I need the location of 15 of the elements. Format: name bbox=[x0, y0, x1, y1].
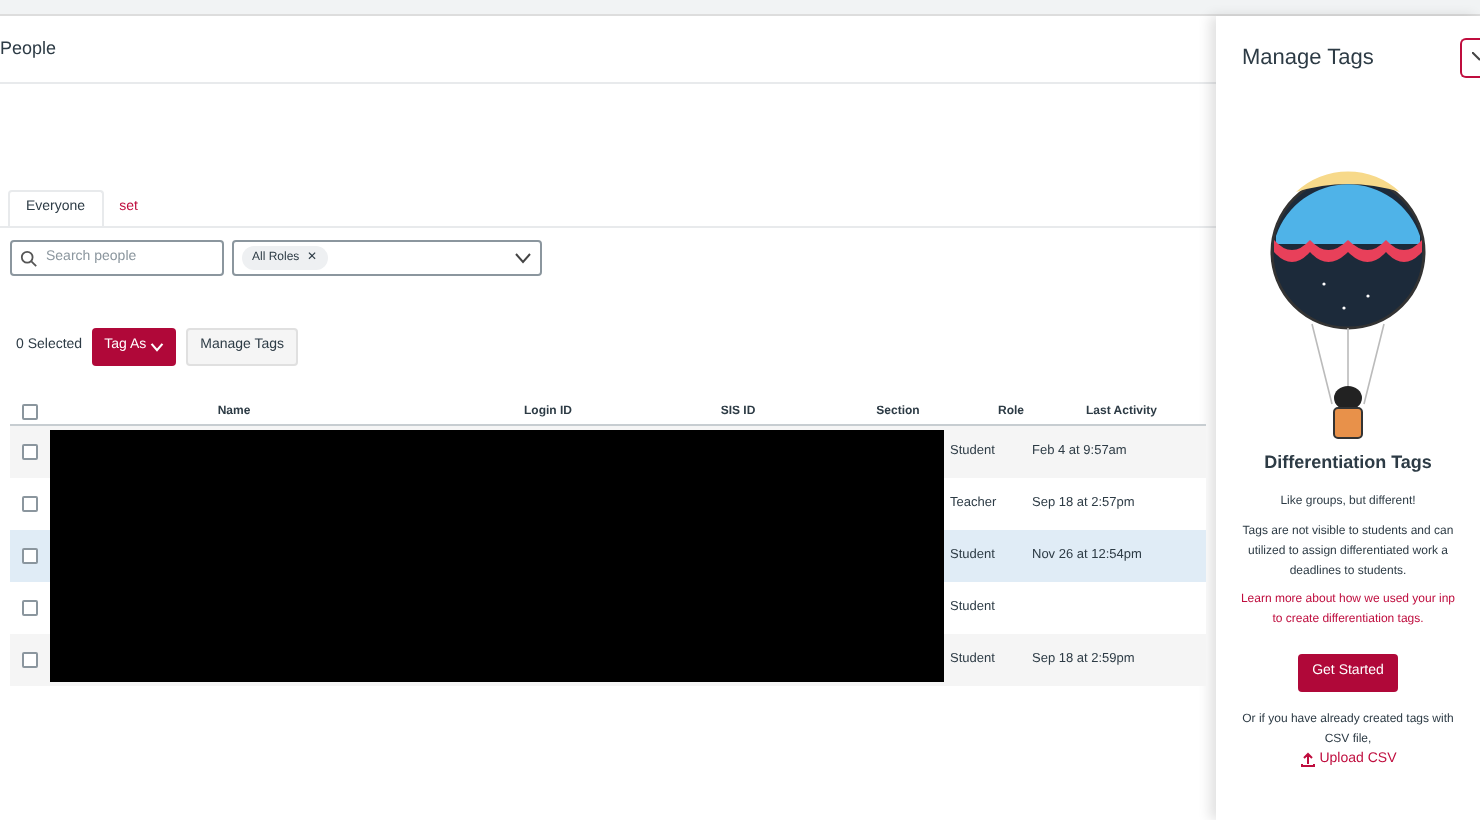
close-button[interactable] bbox=[1460, 38, 1480, 78]
chevron-down-icon bbox=[150, 342, 165, 352]
checkbox[interactable] bbox=[22, 652, 38, 668]
checkbox[interactable] bbox=[22, 600, 38, 616]
panel-heading: Differentiation Tags bbox=[1264, 450, 1432, 476]
search-icon bbox=[20, 249, 38, 267]
page-title: People bbox=[0, 35, 57, 62]
checkbox[interactable] bbox=[22, 496, 38, 512]
upload-icon bbox=[1299, 751, 1316, 768]
checkbox[interactable] bbox=[22, 404, 38, 420]
checkbox[interactable] bbox=[22, 444, 38, 460]
chevron-down-icon bbox=[514, 252, 532, 264]
checkbox[interactable] bbox=[22, 548, 38, 564]
panel-title: Manage Tags bbox=[1242, 43, 1374, 74]
close-icon bbox=[1472, 52, 1480, 64]
